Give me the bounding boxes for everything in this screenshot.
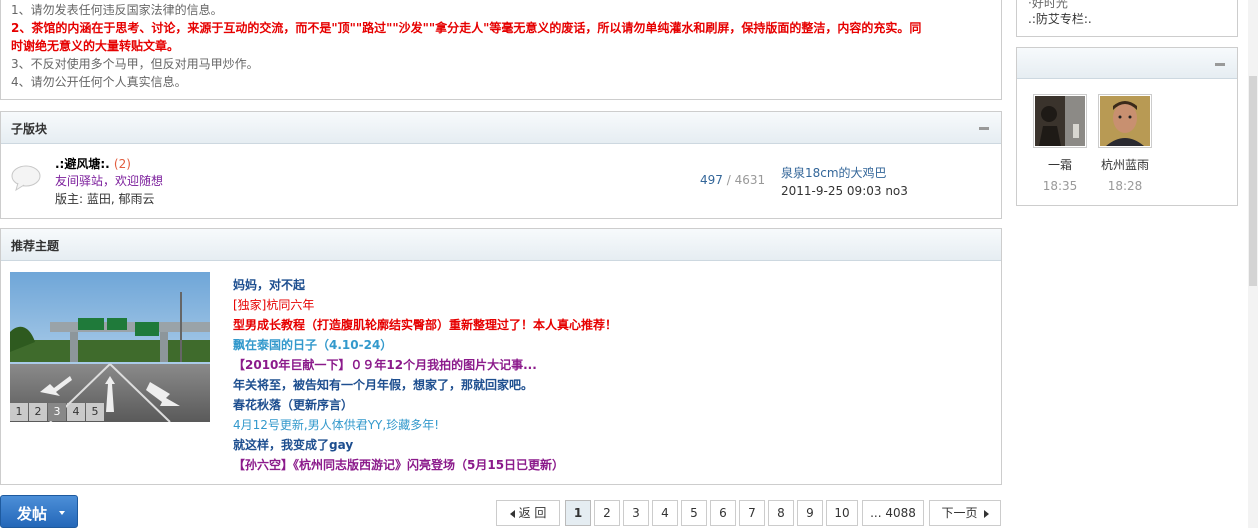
user-time: 18:28 <box>1107 179 1143 193</box>
pager-page-1[interactable]: 1 <box>565 500 591 526</box>
thread-item: 年关将至，被告知有一个月年假，想家了，那就回家吧。 <box>233 375 617 395</box>
slide-2-button[interactable]: 2 <box>29 403 47 421</box>
pager-next[interactable]: 下一页 <box>929 500 1001 526</box>
thread-item: [独家]杭同六年 <box>233 295 617 315</box>
rule-2-line-2: 时谢绝无意义的大量转贴文章。 <box>11 39 180 53</box>
forum-stats: 497 / 4631 <box>700 173 765 187</box>
side-link-aids-column[interactable]: .:防艾专栏:. <box>1028 10 1092 27</box>
thread-link[interactable]: 【孙六空】《杭州同志版西游记》闪亮登场（5月15日已更新） <box>233 458 564 472</box>
pager-page-9[interactable]: 9 <box>797 500 823 526</box>
thread-link[interactable]: 就这样，我变成了gay <box>233 438 353 452</box>
subforum-name[interactable]: .:避风塘:. <box>55 157 110 171</box>
user-card[interactable]: 一霜 18:35 <box>1030 94 1090 193</box>
subforum-header: 子版块 <box>1 112 1001 144</box>
scrollbar-thumb[interactable] <box>1249 76 1257 286</box>
thread-link[interactable]: 春花秋落（更新序言） <box>233 398 353 412</box>
recommended-thread-list: 妈妈，对不起 [独家]杭同六年型男成长教程（打造腹肌轮廓结实臀部）重新整理过了！本… <box>233 275 617 475</box>
new-post-button[interactable]: 发帖 <box>0 495 78 528</box>
pager-prev[interactable]: 返 回 <box>496 500 560 526</box>
thread-item: 【孙六空】《杭州同志版西游记》闪亮登场（5月15日已更新） <box>233 455 617 475</box>
moderators: 版主: 蓝田, 郁雨云 <box>55 190 155 207</box>
chevron-right-icon <box>983 509 989 518</box>
user-card[interactable]: 杭州蓝雨 18:28 <box>1095 94 1155 193</box>
slideshow-image[interactable] <box>10 272 210 422</box>
new-post-label: 发帖 <box>17 505 48 523</box>
thread-item: 型男成长教程（打造腹肌轮廓结实臀部）重新整理过了！本人真心推荐！ <box>233 315 617 335</box>
post-count: 4631 <box>734 173 766 187</box>
rule-1: 1、请勿发表任何违反国家法律的信息。 <box>11 3 223 17</box>
thread-link[interactable]: 4月12号更新,男人体供君YY,珍藏多年! <box>233 418 439 432</box>
moderators-label: 版主: <box>55 192 87 206</box>
pager-page-10[interactable]: 10 <box>826 500 858 526</box>
page-scrollbar[interactable] <box>1248 0 1258 528</box>
recommended-title: 推荐主题 <box>11 239 60 253</box>
slide-1-button[interactable]: 1 <box>10 403 28 421</box>
rule-4: 4、请勿公开任何个人真实信息。 <box>11 75 187 89</box>
last-post-meta: 2011-9-25 09:03 no3 <box>781 184 908 198</box>
new-post-count: (2) <box>113 157 131 171</box>
avatar-image <box>1100 96 1150 146</box>
pager-page-6[interactable]: 6 <box>710 500 736 526</box>
thread-item: 4月12号更新,男人体供君YY,珍藏多年! <box>233 415 617 435</box>
forum-rules: 1、请勿发表任何违反国家法律的信息。 2、茶馆的内涵在于思考、讨论，来源于互动的… <box>0 0 1002 100</box>
online-users-box: 一霜 18:35 杭州蓝雨 18:28 <box>1016 47 1238 206</box>
thread-link[interactable]: 型男成长教程（打造腹肌轮廓结实臀部）重新整理过了！本人真心推荐！ <box>233 318 617 332</box>
thread-link[interactable]: 【2010年巨献一下】０９年12个月我拍的图片大记事... <box>233 358 537 372</box>
stats-separator: / <box>722 173 735 187</box>
online-users-header <box>1017 48 1237 79</box>
slide-5-button[interactable]: 5 <box>86 403 104 421</box>
pager-page-8[interactable]: 8 <box>768 500 794 526</box>
avatar[interactable] <box>1033 94 1087 148</box>
thread-link[interactable]: [独家]杭同六年 <box>233 298 314 312</box>
thread-item: 就这样，我变成了gay <box>233 435 617 455</box>
thread-count: 497 <box>700 173 723 187</box>
dropdown-arrow-icon[interactable] <box>59 511 65 515</box>
avatar-image <box>1035 96 1085 146</box>
user-time: 18:35 <box>1042 179 1078 193</box>
thread-item: 【2010年巨献一下】０９年12个月我拍的图片大记事... <box>233 355 617 375</box>
thread-item: 春花秋落（更新序言） <box>233 395 617 415</box>
chevron-left-icon <box>509 509 515 518</box>
moderator-links[interactable]: 蓝田, 郁雨云 <box>87 192 155 206</box>
collapse-icon[interactable] <box>1215 63 1225 66</box>
collapse-icon[interactable] <box>979 127 989 130</box>
recommended-header: 推荐主题 <box>1 229 1001 261</box>
subforum-link[interactable]: .:避风塘:. (2) <box>55 155 131 172</box>
side-links-box: ·好时光 .:防艾专栏:. <box>1016 0 1238 37</box>
pager-prev-label: 返 回 <box>518 506 547 520</box>
slide-3-button[interactable]: 3 <box>48 403 66 421</box>
thread-link[interactable]: 飘在泰国的日子（4.10-24） <box>233 338 392 352</box>
thread-item: 飘在泰国的日子（4.10-24） <box>233 335 617 355</box>
pager-page-5[interactable]: 5 <box>681 500 707 526</box>
subforum-description: 友间驿站，欢迎随想 <box>55 174 164 188</box>
user-name[interactable]: 杭州蓝雨 <box>1095 156 1155 173</box>
thread-item: 妈妈，对不起 <box>233 275 617 295</box>
pager-page-7[interactable]: 7 <box>739 500 765 526</box>
last-post: 泉泉18cm的大鸡巴 2011-9-25 09:03 no3 <box>781 164 908 200</box>
rule-2-line-1: 2、茶馆的内涵在于思考、讨论，来源于互动的交流，而不是"顶""路过""沙发""拿… <box>11 21 922 35</box>
pager-page-4[interactable]: 4 <box>652 500 678 526</box>
avatar[interactable] <box>1098 94 1152 148</box>
last-post-title[interactable]: 泉泉18cm的大鸡巴 <box>781 164 908 182</box>
thread-link[interactable]: 年关将至，被告知有一个月年假，想家了，那就回家吧。 <box>233 378 533 392</box>
rule-3: 3、不反对使用多个马甲，但反对用马甲炒作。 <box>11 57 259 71</box>
user-name[interactable]: 一霜 <box>1030 156 1090 173</box>
slideshow-pager: 1 2 3 4 5 <box>10 403 105 421</box>
slide-4-button[interactable]: 4 <box>67 403 85 421</box>
pager-page-2[interactable]: 2 <box>594 500 620 526</box>
subforum-title: 子版块 <box>11 122 48 136</box>
pager-last-page[interactable]: ... 4088 <box>862 500 924 526</box>
pager-page-3[interactable]: 3 <box>623 500 649 526</box>
pager-next-label: 下一页 <box>941 506 978 520</box>
forum-bubble-icon <box>11 165 41 192</box>
thread-link[interactable]: 妈妈，对不起 <box>233 278 305 292</box>
